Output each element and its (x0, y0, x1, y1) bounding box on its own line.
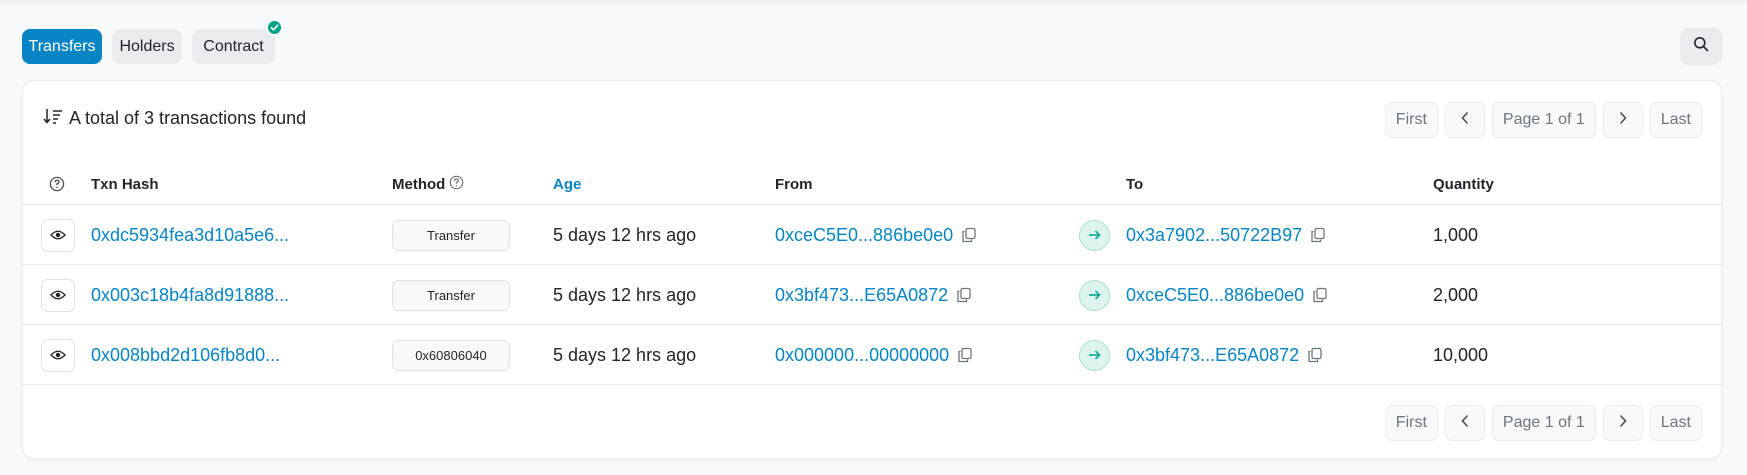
top-shadow (0, 0, 1747, 6)
search-icon (1693, 36, 1709, 57)
sort-icon[interactable] (43, 107, 63, 130)
method-badge: 0x60806040 (392, 339, 510, 371)
header-to: To (1126, 175, 1144, 193)
pagination-top: First Page 1 of 1 Last (1384, 102, 1702, 138)
tab-holders[interactable]: Holders (112, 29, 182, 64)
eye-icon[interactable] (41, 278, 75, 312)
direction-cell (1079, 205, 1110, 265)
quantity-cell: 1,000 (1433, 224, 1479, 245)
to-cell: 0xceC5E0...886be0e0 (1126, 265, 1328, 325)
quantity-cell: 10,000 (1433, 344, 1489, 365)
table-row: 0x008bbd2d106fb8d0... 0x60806040 5 days … (23, 325, 1723, 385)
quantity-cell: 2,000 (1433, 284, 1479, 305)
method-cell: Transfer (392, 205, 510, 265)
txn-hash-link[interactable]: 0x003c18b4fa8d91888... (91, 265, 289, 325)
method-info-icon[interactable] (449, 175, 464, 194)
next-page-button[interactable] (1602, 102, 1643, 138)
tab-transfers[interactable]: Transfers (22, 29, 102, 64)
header-quantity: Quantity (1433, 175, 1494, 193)
summary-text: A total of 3 transactions found (69, 108, 307, 128)
chevron-right-icon (1618, 111, 1628, 130)
to-cell: 0x3a7902...50722B97 (1126, 205, 1326, 265)
to-address-link[interactable]: 0x3bf473...E65A0872 (1126, 345, 1299, 366)
chevron-left-icon (1460, 414, 1470, 433)
first-page-button[interactable]: First (1384, 405, 1438, 441)
method-badge: Transfer (392, 279, 510, 311)
tab-bar: Transfers Holders Contract (22, 19, 283, 64)
txn-hash-link[interactable]: 0x008bbd2d106fb8d0... (91, 325, 280, 385)
row-view-cell (41, 205, 75, 265)
age-cell: 5 days 12 hrs ago (553, 344, 697, 365)
from-cell: 0x000000...00000000 (775, 325, 973, 385)
next-page-button[interactable] (1602, 405, 1643, 441)
pagination-bottom: First Page 1 of 1 Last (1384, 405, 1702, 441)
copy-icon[interactable] (961, 227, 977, 243)
table-row: 0xdc5934fea3d10a5e6... Transfer 5 days 1… (23, 205, 1723, 265)
chevron-right-icon (1618, 414, 1628, 433)
prev-page-button[interactable] (1444, 405, 1485, 441)
header-from: From (775, 175, 813, 193)
last-page-button[interactable]: Last (1649, 102, 1702, 138)
method-cell: Transfer (392, 265, 510, 325)
page-indicator: Page 1 of 1 (1491, 102, 1596, 138)
tab-transfers-label: Transfers (28, 37, 96, 55)
from-address-link[interactable]: 0xceC5E0...886be0e0 (775, 225, 953, 246)
to-address-link[interactable]: 0xceC5E0...886be0e0 (1126, 285, 1304, 306)
tab-contract[interactable]: Contract (192, 19, 283, 64)
header-method: Method (392, 163, 464, 205)
copy-icon[interactable] (1307, 347, 1323, 363)
arrow-right-icon (1079, 219, 1110, 251)
age-cell: 5 days 12 hrs ago (553, 224, 697, 245)
method-badge: Transfer (392, 219, 510, 251)
txn-hash-link[interactable]: 0xdc5934fea3d10a5e6... (91, 205, 289, 265)
row-view-cell (41, 325, 75, 385)
last-page-button[interactable]: Last (1649, 405, 1702, 441)
method-cell: 0x60806040 (392, 325, 510, 385)
eye-icon[interactable] (41, 218, 75, 252)
row-view-cell (41, 265, 75, 325)
from-cell: 0x3bf473...E65A0872 (775, 265, 972, 325)
header-age[interactable]: Age (553, 163, 581, 205)
arrow-right-icon (1079, 339, 1110, 371)
copy-icon[interactable] (1312, 287, 1328, 303)
header-txn-hash: Txn Hash (91, 175, 159, 193)
question-icon[interactable] (49, 163, 65, 205)
search-button[interactable] (1680, 28, 1722, 65)
verified-check-icon (266, 19, 283, 36)
prev-page-button[interactable] (1444, 102, 1485, 138)
tab-holders-label: Holders (119, 37, 175, 55)
table-row: 0x003c18b4fa8d91888... Transfer 5 days 1… (23, 265, 1723, 325)
arrow-right-icon (1079, 279, 1110, 311)
to-address-link[interactable]: 0x3a7902...50722B97 (1126, 225, 1302, 246)
transfers-card: A total of 3 transactions found First Pa… (22, 80, 1723, 459)
from-address-link[interactable]: 0x3bf473...E65A0872 (775, 285, 948, 306)
page-indicator: Page 1 of 1 (1491, 405, 1596, 441)
copy-icon[interactable] (956, 287, 972, 303)
from-cell: 0xceC5E0...886be0e0 (775, 205, 977, 265)
first-page-button[interactable]: First (1384, 102, 1438, 138)
copy-icon[interactable] (1310, 227, 1326, 243)
tab-contract-label: Contract (203, 37, 264, 55)
transaction-summary: A total of 3 transactions found (43, 107, 306, 130)
direction-cell (1079, 325, 1110, 385)
from-address-link[interactable]: 0x000000...00000000 (775, 345, 949, 366)
header-method-label: Method (392, 175, 446, 193)
table-header: Txn Hash Method Age From To Quantity (23, 163, 1723, 205)
age-cell: 5 days 12 hrs ago (553, 284, 697, 305)
to-cell: 0x3bf473...E65A0872 (1126, 325, 1323, 385)
chevron-left-icon (1460, 111, 1470, 130)
eye-icon[interactable] (41, 338, 75, 372)
copy-icon[interactable] (957, 347, 973, 363)
direction-cell (1079, 265, 1110, 325)
